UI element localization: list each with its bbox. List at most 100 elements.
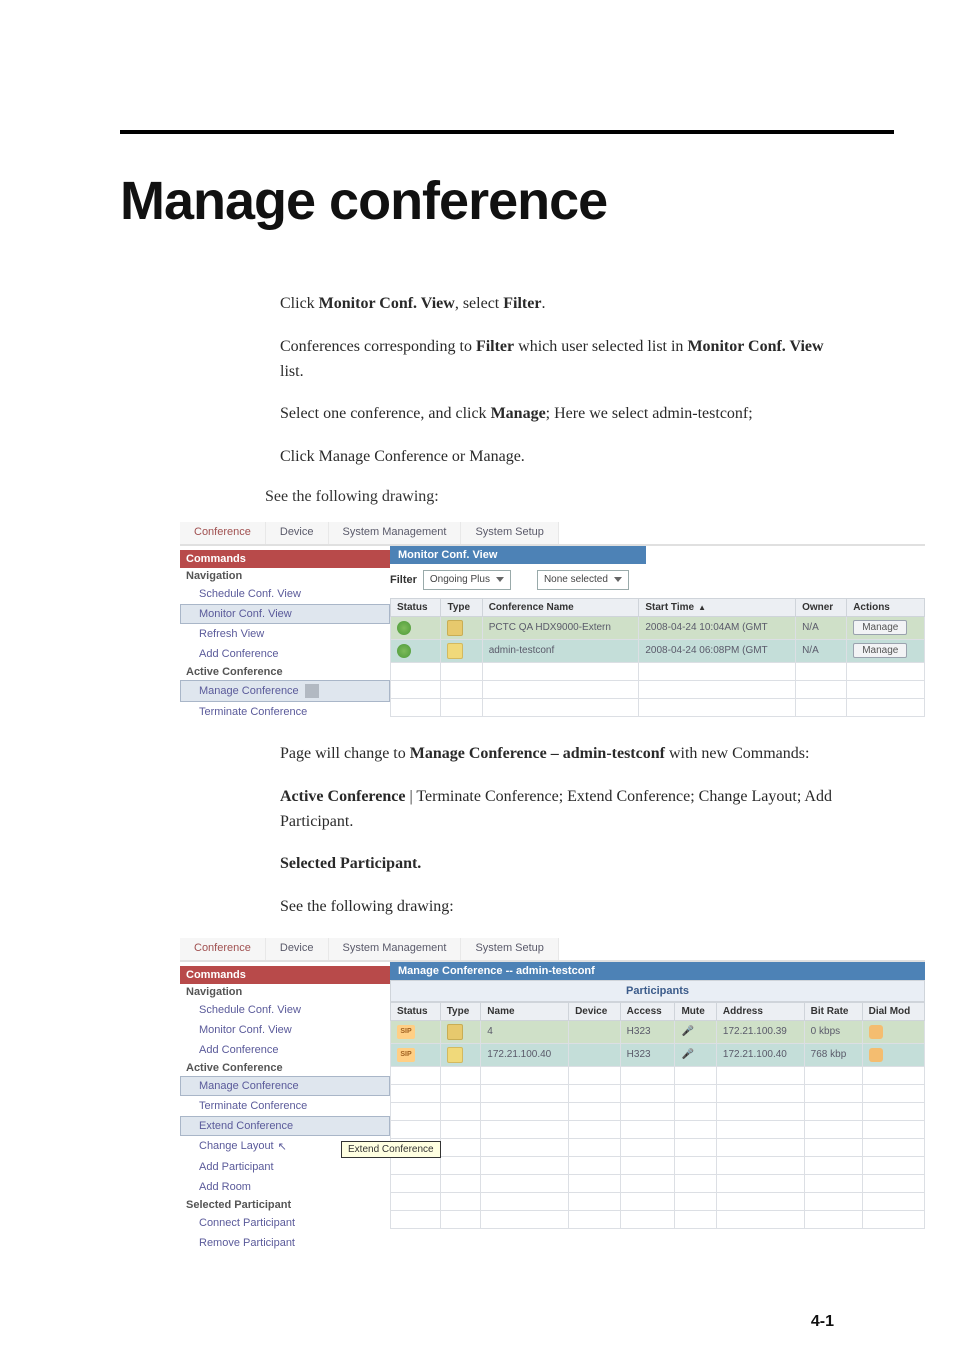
cell-type <box>441 639 482 662</box>
sidebar-item-label: Schedule Conf. View <box>199 1004 301 1016</box>
col-owner[interactable]: Owner <box>796 598 847 616</box>
tab-system-setup[interactable]: System Setup <box>461 522 558 544</box>
cell-address: 172.21.100.39 <box>716 1020 804 1043</box>
filter-select-ongoing[interactable]: Ongoing Plus <box>423 570 511 590</box>
col-dialmode[interactable]: Dial Mod <box>862 1002 924 1020</box>
col-mute[interactable]: Mute <box>675 1002 716 1020</box>
sidebar-item-change-layout[interactable]: Change Layout ↖ Extend Conference <box>180 1136 390 1157</box>
filter-select-none[interactable]: None selected <box>537 570 629 590</box>
sidebar-item-schedule-conf[interactable]: Schedule Conf. View <box>180 1000 390 1020</box>
microphone-icon[interactable]: 🎤 <box>681 1049 693 1060</box>
sidebar-navigation-header: Navigation <box>180 568 390 584</box>
table-row-empty <box>391 1066 925 1084</box>
sidebar-item-monitor-conf[interactable]: Monitor Conf. View <box>180 1020 390 1040</box>
table-row-empty <box>391 1084 925 1102</box>
table-row-empty <box>391 1174 925 1192</box>
sidebar-item-manage-conference[interactable]: Manage Conference <box>180 680 390 702</box>
see-following-1: See the following drawing: <box>265 488 834 506</box>
type-icon <box>447 643 463 659</box>
cell-status: SIP <box>391 1043 441 1066</box>
table-row[interactable]: SIP 172.21.100.40 H323 🎤 172.21.100.40 7… <box>391 1043 925 1066</box>
table-row[interactable]: PCTC QA HDX9000-Extern 2008-04-24 10:04A… <box>391 616 925 639</box>
filter-row: Filter Ongoing Plus None selected <box>390 564 925 598</box>
table-row[interactable]: SIP 4 H323 🎤 172.21.100.39 0 kbps <box>391 1020 925 1043</box>
select-value: Ongoing Plus <box>430 574 490 585</box>
after-1b: Active Conference | Terminate Conference… <box>280 785 834 835</box>
sidebar-item-terminate-conference[interactable]: Terminate Conference <box>180 1096 390 1116</box>
sidebar-active-conference-header: Active Conference <box>180 1060 390 1076</box>
type-icon <box>447 1047 463 1063</box>
tab-device[interactable]: Device <box>266 522 329 544</box>
text-bold: Manage <box>491 405 546 422</box>
col-type[interactable]: Type <box>441 598 482 616</box>
table-row-empty <box>391 1102 925 1120</box>
sidebar-item-refresh-view[interactable]: Refresh View <box>180 624 390 644</box>
text: Page will change to <box>280 745 410 762</box>
step-3: Select one conference, and click Manage;… <box>280 402 834 427</box>
manage-button[interactable]: Manage <box>853 643 907 658</box>
sidebar-item-label: Extend Conference <box>199 1120 293 1132</box>
sidebar-item-add-room[interactable]: Add Room <box>180 1177 390 1197</box>
col-access[interactable]: Access <box>620 1002 675 1020</box>
sidebar-item-add-participant[interactable]: Add Participant <box>180 1157 390 1177</box>
screenshot-monitor-conf-view: Conference Device System Management Syst… <box>180 522 925 722</box>
col-confname[interactable]: Conference Name <box>482 598 639 616</box>
sidebar: Commands Navigation Schedule Conf. View … <box>180 546 390 722</box>
sidebar-item-connect-participant[interactable]: Connect Participant <box>180 1213 390 1233</box>
table-row-empty <box>391 698 925 716</box>
cell-dial <box>862 1043 924 1066</box>
tab-conference[interactable]: Conference <box>180 522 266 544</box>
cell-type <box>440 1020 481 1043</box>
text-bold: Monitor Conf. View <box>319 295 455 312</box>
sidebar-item-schedule-conf[interactable]: Schedule Conf. View <box>180 584 390 604</box>
hourglass-icon <box>305 684 319 698</box>
sidebar-item-label: Terminate Conference <box>199 1100 307 1112</box>
table-row[interactable]: admin-testconf 2008-04-24 06:08PM (GMT N… <box>391 639 925 662</box>
sidebar-item-add-conference[interactable]: Add Conference <box>180 644 390 664</box>
table-header-row: Status Type Conference Name Start Time▲ … <box>391 598 925 616</box>
col-type[interactable]: Type <box>440 1002 481 1020</box>
col-name[interactable]: Name <box>481 1002 569 1020</box>
dial-icon[interactable] <box>869 1025 883 1039</box>
tab-conference[interactable]: Conference <box>180 938 266 960</box>
content-pane: Manage Conference -- admin-testconf Part… <box>390 962 925 1253</box>
tab-device[interactable]: Device <box>266 938 329 960</box>
sidebar-item-terminate-conference[interactable]: Terminate Conference <box>180 702 390 722</box>
text-bold: Manage Conference – admin-testconf <box>410 745 665 762</box>
narrative: Click Monitor Conf. View, select Filter.… <box>280 292 834 470</box>
table-row-empty <box>391 1138 925 1156</box>
sidebar-item-monitor-conf[interactable]: Monitor Conf. View <box>180 604 390 624</box>
col-status[interactable]: Status <box>391 1002 441 1020</box>
after-screenshot-1-text: Page will change to Manage Conference – … <box>280 742 834 920</box>
step-1: Click Monitor Conf. View, select Filter. <box>280 292 834 317</box>
col-start[interactable]: Start Time▲ <box>639 598 796 616</box>
tab-system-management[interactable]: System Management <box>329 522 462 544</box>
cell-status: SIP <box>391 1020 441 1043</box>
cell-name: PCTC QA HDX9000-Extern <box>482 616 639 639</box>
manage-button[interactable]: Manage <box>853 620 907 635</box>
cell-mute: 🎤 <box>675 1020 716 1043</box>
see-following-2: See the following drawing: <box>280 895 834 920</box>
sidebar-item-manage-conference[interactable]: Manage Conference <box>180 1076 390 1096</box>
microphone-icon[interactable]: 🎤 <box>681 1026 693 1037</box>
after-1c: Selected Participant. <box>280 852 834 877</box>
cell-name: 172.21.100.40 <box>481 1043 569 1066</box>
cursor-icon: ↖ <box>278 1140 287 1153</box>
sidebar-item-add-conference[interactable]: Add Conference <box>180 1040 390 1060</box>
tab-system-setup[interactable]: System Setup <box>461 938 558 960</box>
col-bitrate[interactable]: Bit Rate <box>804 1002 862 1020</box>
tab-system-management[interactable]: System Management <box>329 938 462 960</box>
table-row-empty <box>391 662 925 680</box>
table-header-row: Status Type Name Device Access Mute Addr… <box>391 1002 925 1020</box>
col-address[interactable]: Address <box>716 1002 804 1020</box>
text: Conferences corresponding to <box>280 338 476 355</box>
dial-icon[interactable] <box>869 1048 883 1062</box>
text: with new Commands: <box>665 745 809 762</box>
sidebar-item-extend-conference[interactable]: Extend Conference <box>180 1116 390 1136</box>
table-row-empty <box>391 1156 925 1174</box>
col-actions[interactable]: Actions <box>847 598 925 616</box>
sidebar-active-conference-header: Active Conference <box>180 664 390 680</box>
sidebar-item-remove-participant[interactable]: Remove Participant <box>180 1233 390 1253</box>
col-device[interactable]: Device <box>569 1002 621 1020</box>
col-status[interactable]: Status <box>391 598 441 616</box>
